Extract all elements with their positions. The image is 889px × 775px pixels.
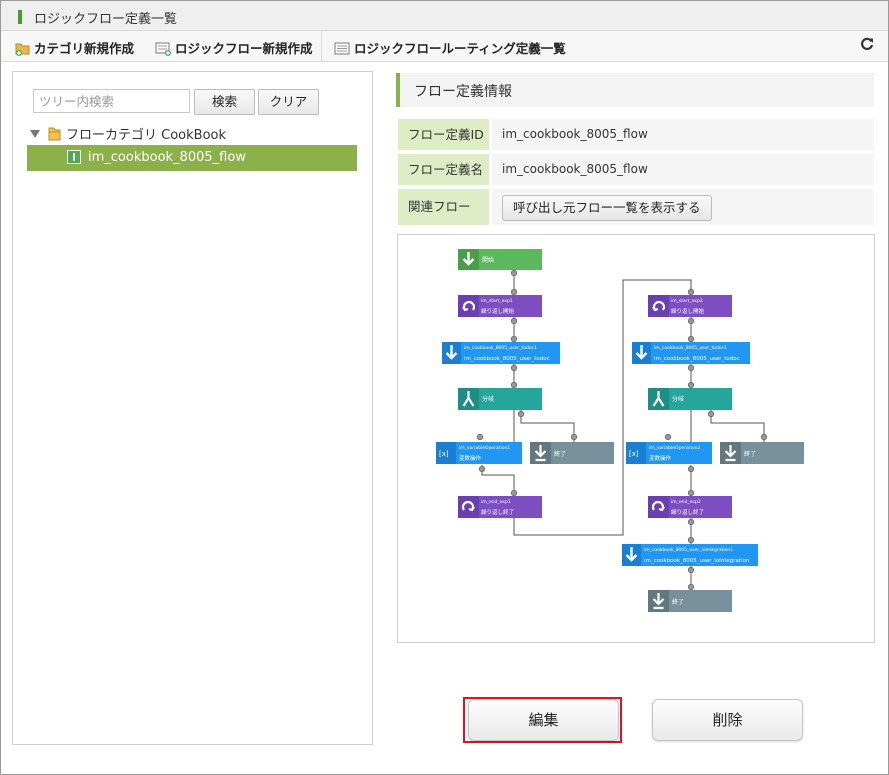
node-task-1[interactable]: im_cookbook_8005_user_todoc1 im_cookbook… (442, 342, 560, 364)
node-end-final[interactable]: 終了 (648, 590, 732, 612)
svg-text:im_end_exp1: im_end_exp1 (481, 499, 511, 505)
node-start[interactable]: 開始 (458, 249, 542, 270)
flow-name-value: im_cookbook_8005_flow (492, 154, 874, 185)
flow-diagram-svg: 開始 im_start_exp1 繰り返し開始 im_cookbook_8005… (436, 249, 804, 612)
collapse-arrow-icon[interactable] (30, 130, 40, 138)
delete-button[interactable]: 削除 (652, 699, 803, 741)
svg-text:im_start_exp1: im_start_exp1 (481, 298, 513, 304)
connector-dots (476, 269, 768, 591)
tree-category-node[interactable]: フローカテゴリ CookBook (30, 124, 226, 145)
toolbar-divider (321, 31, 322, 61)
svg-text:変数操作: 変数操作 (459, 454, 482, 462)
svg-text:im_start_exp2: im_start_exp2 (671, 298, 703, 304)
related-flow-value: 呼び出し元フロー一覧を表示する (492, 189, 874, 225)
routing-list-label: ロジックフロールーティング定義一覧 (354, 41, 566, 56)
connector-lines (481, 270, 765, 590)
svg-text:im_end_exp2: im_end_exp2 (671, 499, 701, 505)
search-button[interactable]: 検索 (194, 89, 255, 115)
info-row-related: 関連フロー 呼び出し元フロー一覧を表示する (398, 189, 874, 225)
clear-button[interactable]: クリア (258, 89, 319, 115)
flow-id-value: im_cookbook_8005_flow (492, 119, 874, 150)
svg-text:繰り返し開始: 繰り返し開始 (671, 307, 705, 315)
flow-diagram: 開始 im_start_exp1 繰り返し開始 im_cookbook_8005… (397, 234, 875, 643)
new-flow-button[interactable]: ロジックフロー新規作成 (155, 38, 313, 59)
svg-text:im_cookbook_8005_user_ioIntegr: im_cookbook_8005_user_ioIntegration1 (644, 547, 733, 553)
svg-text:im_cookbook_8005_user_ioIntegr: im_cookbook_8005_user_ioIntegration (644, 558, 750, 564)
flow-add-icon (155, 41, 171, 59)
section-title: フロー定義情報 (414, 84, 512, 100)
folder-icon (48, 127, 61, 145)
folder-add-icon (15, 41, 30, 59)
svg-text:終了: 終了 (672, 598, 684, 606)
node-branch-1[interactable]: 分岐 (458, 388, 542, 410)
svg-text:開始: 開始 (482, 256, 494, 264)
svg-text:分岐: 分岐 (482, 395, 494, 403)
svg-text:変数操作: 変数操作 (649, 454, 672, 462)
toolbar: カテゴリ新規作成 ロジックフロー新規作成 ロジックフロールーティング定義一覧 (1, 31, 888, 62)
node-task-2[interactable]: im_cookbook_8005_user_todoc1 im_cookbook… (632, 342, 750, 364)
info-row-name: フロー定義名 im_cookbook_8005_flow (398, 154, 874, 185)
flow-id-label: フロー定義ID (398, 119, 489, 150)
svg-text:im_variableOperation2: im_variableOperation2 (649, 445, 700, 451)
svg-text:繰り返し終了: 繰り返し終了 (481, 508, 514, 516)
svg-text:終了: 終了 (744, 450, 756, 458)
node-end-a[interactable]: 終了 (530, 442, 614, 464)
svg-text:[x]: [x] (439, 450, 449, 458)
tree-panel: 検索 クリア フローカテゴリ CookBook im_cookbook_8005… (12, 71, 373, 745)
node-branch-2[interactable]: 分岐 (648, 388, 732, 410)
node-loop-start-2[interactable]: im_start_exp2 繰り返し開始 (648, 295, 732, 317)
refresh-icon[interactable] (860, 36, 874, 56)
svg-text:繰り返し終了: 繰り返し終了 (671, 508, 704, 516)
new-flow-label: ロジックフロー新規作成 (175, 41, 313, 56)
node-variable-op-2[interactable]: [x] im_variableOperation2 変数操作 (626, 442, 712, 464)
section-header: フロー定義情報 (396, 73, 874, 107)
svg-text:分岐: 分岐 (672, 395, 684, 403)
edit-button[interactable]: 編集 (468, 699, 619, 741)
flow-info-table: フロー定義ID im_cookbook_8005_flow フロー定義名 im_… (398, 119, 874, 229)
show-caller-flows-button[interactable]: 呼び出し元フロー一覧を表示する (502, 195, 712, 221)
routing-list-button[interactable]: ロジックフロールーティング定義一覧 (334, 38, 566, 59)
svg-text:終了: 終了 (554, 450, 566, 458)
svg-text:im_cookbook_8005_user_todoc1: im_cookbook_8005_user_todoc1 (464, 345, 537, 351)
title-accent-mark (18, 10, 22, 24)
node-end-b[interactable]: 終了 (720, 442, 804, 464)
node-task-3[interactable]: im_cookbook_8005_user_ioIntegration1 im_… (622, 544, 758, 566)
svg-text:im_cookbook_8005_user_todoc1: im_cookbook_8005_user_todoc1 (654, 345, 727, 351)
node-loop-end-2[interactable]: im_end_exp2 繰り返し終了 (648, 496, 732, 518)
new-category-button[interactable]: カテゴリ新規作成 (15, 38, 134, 59)
svg-text:im_variableOperation1: im_variableOperation1 (459, 445, 510, 451)
tree-flow-item[interactable]: im_cookbook_8005_flow (27, 145, 357, 171)
node-loop-start-1[interactable]: im_start_exp1 繰り返し開始 (458, 295, 542, 317)
category-label: フローカテゴリ CookBook (66, 128, 226, 143)
flow-name-label: フロー定義名 (398, 154, 489, 185)
new-category-label: カテゴリ新規作成 (34, 41, 135, 56)
svg-text:im_cookbook_8005_user_todoc: im_cookbook_8005_user_todoc (654, 356, 740, 362)
flow-item-label: im_cookbook_8005_flow (88, 150, 246, 165)
info-row-id: フロー定義ID im_cookbook_8005_flow (398, 119, 874, 150)
page-title: ロジックフロー定義一覧 (34, 12, 178, 27)
node-variable-op-1[interactable]: [x] im_variableOperation1 変数操作 (436, 442, 522, 464)
svg-text:[x]: [x] (629, 450, 639, 458)
tree-search-input[interactable] (33, 89, 190, 113)
related-flow-label: 関連フロー (398, 189, 489, 225)
node-loop-end-1[interactable]: im_end_exp1 繰り返し終了 (458, 496, 542, 518)
list-icon (334, 41, 350, 59)
flow-icon (67, 150, 81, 164)
svg-text:im_cookbook_8005_user_todoc: im_cookbook_8005_user_todoc (464, 356, 550, 362)
svg-text:繰り返し開始: 繰り返し開始 (481, 307, 515, 315)
title-bar: ロジックフロー定義一覧 (1, 1, 888, 31)
